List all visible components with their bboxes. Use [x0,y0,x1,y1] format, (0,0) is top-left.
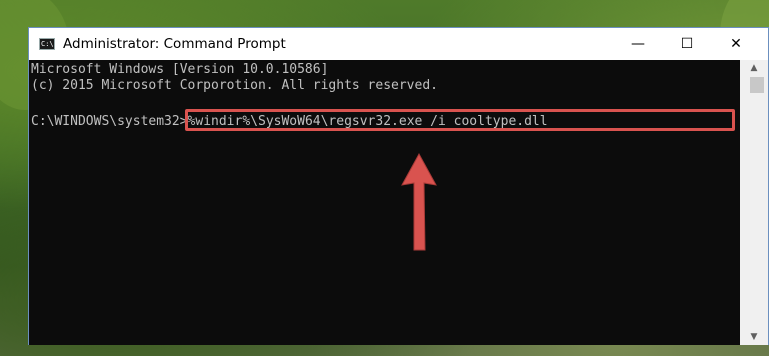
console-output[interactable]: Microsoft Windows [Version 10.0.10586] (… [29,60,740,345]
console-line: Microsoft Windows [Version 10.0.10586] [31,62,329,77]
window-title: Administrator: Command Prompt [63,36,286,52]
up-arrow-annotation-icon [401,152,437,251]
close-button[interactable]: ✕ [713,28,759,60]
desktop-background: { "window": { "title": "Administrator: C… [0,0,769,356]
title-bar[interactable]: C:\ Administrator: Command Prompt — ☐ ✕ [29,28,768,60]
minimize-button[interactable]: — [615,28,661,60]
cmd-icon: C:\ [39,38,55,50]
scroll-down-arrow-icon[interactable]: ▼ [740,329,768,345]
maximize-button[interactable]: ☐ [664,28,710,60]
scroll-up-arrow-icon[interactable]: ▲ [740,60,768,76]
command-highlight-box [185,109,735,131]
vertical-scrollbar[interactable]: ▲ ▼ [740,60,768,345]
cmd-icon-text: C:\ [41,40,54,48]
command-prompt-window: C:\ Administrator: Command Prompt — ☐ ✕ … [28,27,769,345]
console-line: (c) 2015 Microsoft Corporotion. All righ… [31,78,438,93]
scroll-thumb[interactable] [750,77,764,93]
prompt-text: C:\WINDOWS\system32> [31,114,188,129]
